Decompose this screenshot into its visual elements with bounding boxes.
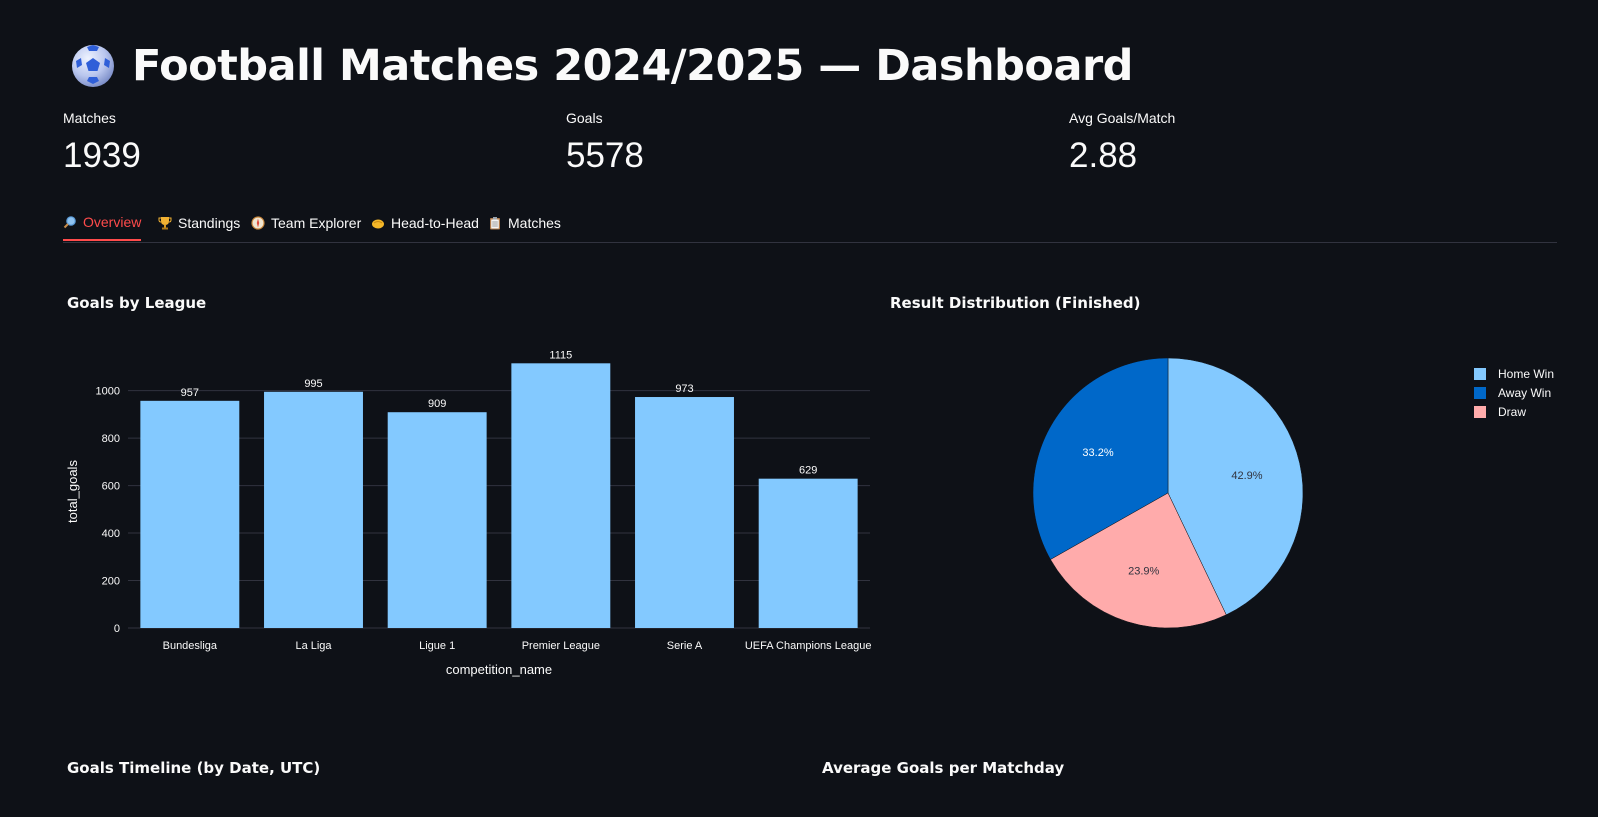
pie-slice-label: 42.9% bbox=[1231, 470, 1262, 482]
magnifier-icon bbox=[63, 215, 76, 228]
bar bbox=[511, 363, 611, 628]
tab-label: Overview bbox=[83, 213, 142, 230]
y-tick-label: 800 bbox=[102, 433, 120, 445]
bar-data-label: 909 bbox=[428, 398, 446, 410]
y-tick-label: 200 bbox=[102, 576, 120, 588]
x-axis-title: competition_name bbox=[446, 662, 552, 677]
tab-standings[interactable]: Standings bbox=[158, 204, 240, 241]
bar-data-label: 973 bbox=[675, 383, 693, 395]
clipboard-icon bbox=[490, 216, 500, 229]
legend-item-away-win[interactable]: Away Win bbox=[1474, 383, 1554, 402]
bar-data-label: 629 bbox=[799, 465, 817, 477]
page-header: Football Matches 2024/2025 — Dashboard bbox=[70, 38, 1133, 94]
legend-swatch bbox=[1474, 405, 1486, 418]
metric-label: Avg Goals/Match bbox=[1069, 110, 1176, 126]
goals-by-league-title: Goals by League bbox=[67, 294, 207, 312]
legend-swatch bbox=[1474, 386, 1486, 399]
metric-avg-goals: Avg Goals/Match 2.88 bbox=[1069, 110, 1175, 176]
pie-slice-label: 23.9% bbox=[1128, 565, 1159, 577]
y-tick-label: 400 bbox=[102, 528, 120, 540]
bar bbox=[758, 478, 858, 628]
result-distribution-chart: 42.9% 33.2% 23.9% bbox=[1032, 357, 1304, 629]
metric-label: Goals bbox=[566, 110, 603, 126]
legend-label: Away Win bbox=[1498, 385, 1552, 400]
y-tick-label: 1000 bbox=[96, 386, 120, 398]
x-tick-label: Premier League bbox=[522, 640, 600, 652]
x-tick-label: Bundesliga bbox=[163, 640, 218, 652]
tab-bar: Overview Standings Team Explorer Head-to… bbox=[63, 204, 1557, 243]
tab-team-explorer[interactable]: Team Explorer bbox=[251, 204, 361, 241]
legend-label: Draw bbox=[1498, 404, 1527, 419]
x-tick-label: Ligue 1 bbox=[419, 640, 455, 652]
soccer-ball-icon bbox=[72, 45, 114, 87]
goals-by-league-chart: 0 200 400 600 800 1000 957 Bundesliga 995 La Liga… bbox=[65, 350, 872, 677]
bar-data-label: 1115 bbox=[549, 350, 572, 361]
y-tick-label: 0 bbox=[114, 623, 120, 635]
metric-label: Matches bbox=[63, 110, 116, 126]
x-tick-label: UEFA Champions League bbox=[745, 640, 872, 652]
bar-data-label: 995 bbox=[304, 378, 322, 390]
metric-matches: Matches 1939 bbox=[63, 110, 141, 176]
avg-goals-matchday-title: Average Goals per Matchday bbox=[822, 759, 1065, 777]
result-distribution-title: Result Distribution (Finished) bbox=[890, 294, 1141, 312]
tab-head-to-head[interactable]: Head-to-Head bbox=[371, 204, 479, 241]
x-tick-label: La Liga bbox=[295, 640, 332, 652]
compass-icon bbox=[251, 215, 265, 230]
metric-value: 2.88 bbox=[1069, 136, 1138, 175]
page-title: Football Matches 2024/2025 — Dashboard bbox=[132, 41, 1133, 91]
metric-value: 5578 bbox=[566, 136, 644, 175]
handshake-icon bbox=[372, 219, 384, 228]
tab-label: Team Explorer bbox=[271, 214, 362, 231]
y-tick-label: 600 bbox=[102, 481, 120, 493]
goals-timeline-title: Goals Timeline (by Date, UTC) bbox=[67, 759, 321, 777]
legend-item-home-win[interactable]: Home Win bbox=[1474, 364, 1554, 383]
tab-label: Standings bbox=[178, 214, 241, 231]
legend-label: Home Win bbox=[1498, 366, 1555, 381]
bar bbox=[140, 400, 240, 628]
metric-goals: Goals 5578 bbox=[566, 110, 644, 176]
bar bbox=[635, 397, 734, 628]
pie-slice-label: 33.2% bbox=[1082, 447, 1113, 459]
tab-label: Head-to-Head bbox=[391, 214, 479, 231]
tab-label: Matches bbox=[508, 214, 561, 231]
x-tick-label: Serie A bbox=[667, 640, 703, 652]
tab-matches[interactable]: Matches bbox=[488, 204, 561, 241]
trophy-icon bbox=[158, 216, 172, 229]
dashboard-app: Football Matches 2024/2025 — Dashboard M… bbox=[0, 0, 1598, 817]
bar bbox=[387, 412, 487, 628]
y-axis-title: total_goals bbox=[65, 460, 80, 523]
bar bbox=[264, 391, 363, 628]
bar-data-label: 957 bbox=[181, 387, 199, 399]
metric-value: 1939 bbox=[63, 136, 141, 175]
legend-swatch bbox=[1474, 367, 1486, 380]
pie-legend: Home Win Away Win Draw bbox=[1474, 364, 1554, 421]
tab-overview[interactable]: Overview bbox=[63, 204, 142, 241]
legend-item-draw[interactable]: Draw bbox=[1474, 402, 1554, 421]
